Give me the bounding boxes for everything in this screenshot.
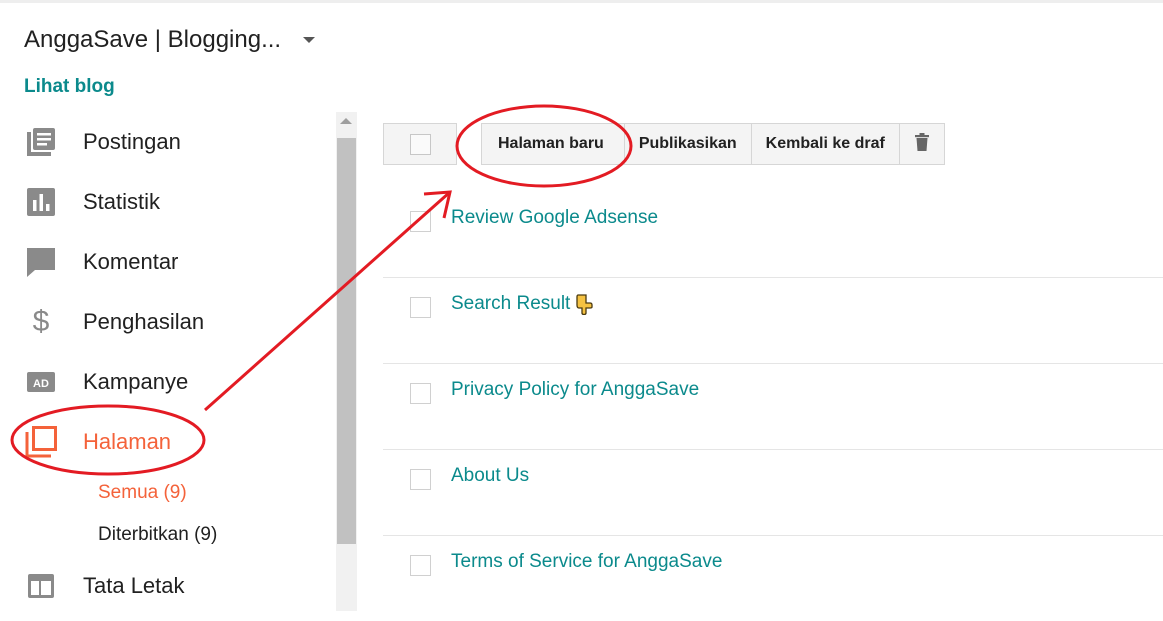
select-all-checkbox[interactable] [383, 123, 457, 165]
row-checkbox[interactable] [410, 383, 431, 404]
ad-icon: AD [24, 365, 58, 399]
sidebar-item-label: Tata Letak [83, 573, 185, 598]
sidebar-item-komentar[interactable]: Komentar [0, 240, 330, 284]
page-title-link[interactable]: Terms of Service for AnggaSave [451, 551, 722, 573]
page-row: Review Google Adsense [383, 191, 1163, 278]
chevron-down-icon [303, 37, 316, 43]
posts-icon [24, 125, 58, 159]
page-title-text: Search Result [451, 293, 571, 314]
sidebar-item-penghasilan[interactable]: $ Penghasilan [0, 300, 330, 344]
layout-icon [24, 569, 58, 603]
page-title-link[interactable]: Search Result [451, 293, 593, 316]
page-toolbar: Halaman baru Publikasikan Kembali ke dra… [383, 123, 945, 165]
sidebar-item-label: Postingan [83, 129, 181, 154]
sidebar-item-label: Statistik [83, 189, 161, 214]
row-checkbox[interactable] [410, 469, 431, 490]
top-divider [0, 0, 1163, 3]
sidebar-item-tata-letak[interactable]: Tata Letak [0, 564, 330, 608]
delete-button[interactable] [900, 124, 944, 164]
sidebar-item-postingan[interactable]: Postingan [0, 120, 330, 164]
scrollbar-thumb[interactable] [337, 138, 356, 544]
sidebar-item-statistik[interactable]: Statistik [0, 180, 330, 224]
pointing-down-hand-icon [575, 293, 593, 316]
comment-icon [24, 245, 58, 279]
sidebar-item-halaman[interactable]: Halaman [0, 420, 330, 464]
publish-button[interactable]: Publikasikan [625, 124, 752, 164]
revert-to-draft-button[interactable]: Kembali ke draf [752, 124, 900, 164]
view-blog-link[interactable]: Lihat blog [24, 76, 115, 98]
pages-icon [24, 425, 58, 459]
sidebar-subitem-semua[interactable]: Semua (9) [98, 482, 187, 504]
page-row: About Us [383, 449, 1163, 536]
page-row: Privacy Policy for AnggaSave [383, 363, 1163, 450]
dollar-icon: $ [32, 305, 50, 338]
sidebar-item-label: Penghasilan [83, 309, 205, 334]
svg-text:AD: AD [33, 378, 49, 390]
toolbar-button-group: Halaman baru Publikasikan Kembali ke dra… [481, 123, 945, 165]
blog-title: AnggaSave | Blogging... [24, 26, 282, 53]
sidebar-item-label: Kampanye [83, 369, 189, 394]
sidebar-item-kampanye[interactable]: AD Kampanye [0, 360, 330, 404]
checkbox-box [409, 133, 431, 155]
row-checkbox[interactable] [410, 555, 431, 576]
row-checkbox[interactable] [410, 297, 431, 318]
sidebar-subitem-diterbitkan[interactable]: Diterbitkan (9) [98, 524, 217, 546]
trash-icon [914, 132, 930, 156]
stats-icon [24, 185, 58, 219]
blog-selector[interactable]: AnggaSave | Blogging... [24, 26, 316, 54]
scroll-up-arrow-icon[interactable] [340, 118, 352, 124]
page-title-link[interactable]: Privacy Policy for AnggaSave [451, 379, 699, 401]
sidebar-nav: Postingan Statistik Komentar $ Penghasil… [0, 110, 334, 611]
sidebar-item-label: Halaman [83, 429, 172, 454]
sidebar-scrollbar[interactable] [336, 112, 357, 611]
new-page-button[interactable]: Halaman baru [482, 124, 625, 164]
page-row: Search Result [383, 277, 1163, 364]
row-checkbox[interactable] [410, 211, 431, 232]
page-title-link[interactable]: Review Google Adsense [451, 207, 658, 229]
page-title-link[interactable]: About Us [451, 465, 529, 487]
sidebar-item-label: Komentar [83, 249, 179, 274]
page-row: Terms of Service for AnggaSave [383, 535, 1163, 621]
